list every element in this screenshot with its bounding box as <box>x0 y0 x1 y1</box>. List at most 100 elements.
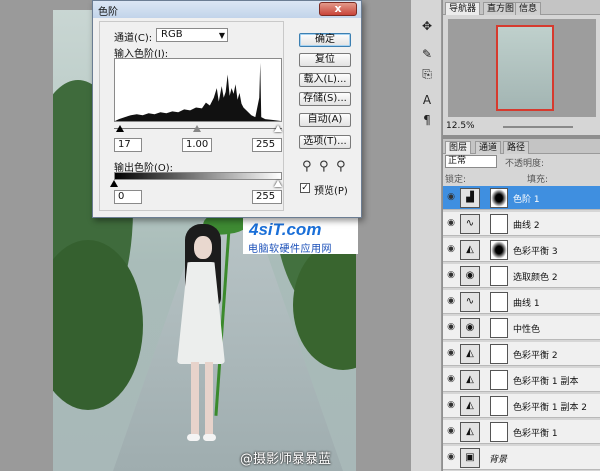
auto-button[interactable]: 自动(A) <box>299 113 351 127</box>
navigator-panel: 导航器 直方图 信息 12.5% <box>443 0 600 135</box>
input-black-handle[interactable] <box>116 125 124 132</box>
fill-label: 填充: <box>527 175 549 185</box>
navigator-zoom-value[interactable]: 12.5% <box>446 121 475 131</box>
curves-icon: ∿ <box>460 292 480 312</box>
layer-row[interactable]: ◉ ∿ 曲线 2 <box>443 212 600 236</box>
dialog-titlebar[interactable]: 色阶 x <box>93 1 361 18</box>
input-white-handle[interactable] <box>274 125 282 132</box>
paragraph-panel-icon[interactable]: ¶ <box>419 112 435 128</box>
visibility-eye-icon[interactable]: ◉ <box>445 347 457 359</box>
balance-icon: ◭ <box>460 396 480 416</box>
layer-row[interactable]: ◉ ◭ 色彩平衡 3 <box>443 238 600 262</box>
layer-row[interactable]: ◉ ◭ 色彩平衡 1 副本 <box>443 368 600 392</box>
layers-panel: 图层 通道 路径 正常 不透明度: 锁定: 填充: ◉ ▟ 色阶 1 ◉ ∿ 曲线 2 ◉ ◭… <box>443 139 600 471</box>
lock-label: 锁定: <box>445 175 467 185</box>
layer-name: 背景 <box>489 455 508 465</box>
tab-navigator[interactable]: 导航器 <box>445 2 481 15</box>
input-black-field[interactable]: 17 <box>114 138 142 152</box>
layers-tabs: 图层 通道 路径 <box>443 139 600 154</box>
tab-info[interactable]: 信息 <box>515 2 542 15</box>
visibility-eye-icon[interactable]: ◉ <box>445 425 457 437</box>
options-button[interactable]: 选项(T)... <box>299 135 351 149</box>
balance-icon: ◭ <box>460 240 480 260</box>
input-white-field[interactable]: 255 <box>252 138 282 152</box>
layer-mask-thumbnail[interactable] <box>490 396 508 416</box>
image-icon: ▣ <box>460 448 480 468</box>
balance-icon: ◭ <box>460 422 480 442</box>
layer-mask-thumbnail[interactable] <box>490 422 508 442</box>
layer-row[interactable]: ◉ ◭ 色彩平衡 1 副本 2 <box>443 394 600 418</box>
visibility-eye-icon[interactable]: ◉ <box>445 295 457 307</box>
channel-value: RGB <box>161 29 183 40</box>
visibility-eye-icon[interactable]: ◉ <box>445 451 457 463</box>
tab-channels[interactable]: 通道 <box>475 141 502 154</box>
layer-mask-thumbnail[interactable] <box>490 188 508 208</box>
input-gamma-handle[interactable] <box>193 125 201 132</box>
layer-row[interactable]: ◉ ◉ 选取颜色 2 <box>443 264 600 288</box>
layer-name: 色彩平衡 3 <box>513 247 558 257</box>
ok-button[interactable]: 确定 <box>299 33 351 47</box>
brush-panel-icon[interactable]: ✎ <box>419 46 435 62</box>
output-black-field[interactable]: 0 <box>114 190 142 204</box>
layer-mask-thumbnail[interactable] <box>490 240 508 260</box>
layer-name: 色彩平衡 1 副本 <box>513 377 579 387</box>
levels-dialog: 色阶 x 通道(C): RGB ▼ 输入色阶(I): 17 1.00 255 输… <box>92 0 362 218</box>
load-button[interactable]: 载入(L)... <box>299 73 351 87</box>
visibility-eye-icon[interactable]: ◉ <box>445 321 457 333</box>
layer-row[interactable]: ◉ ◉ 中性色 <box>443 316 600 340</box>
visibility-eye-icon[interactable]: ◉ <box>445 269 457 281</box>
channel-select[interactable]: RGB ▼ <box>156 28 228 42</box>
layer-mask-thumbnail[interactable] <box>490 266 508 286</box>
preview-checkbox[interactable]: ✓ <box>300 183 310 193</box>
layer-mask-thumbnail[interactable] <box>490 370 508 390</box>
visibility-eye-icon[interactable]: ◉ <box>445 191 457 203</box>
balance-icon: ◭ <box>460 370 480 390</box>
layer-name: 色彩平衡 2 <box>513 351 558 361</box>
layer-mask-thumbnail[interactable] <box>490 344 508 364</box>
selective-icon: ◉ <box>460 318 480 338</box>
tab-layers[interactable]: 图层 <box>445 141 472 154</box>
watermark-subtitle: 电脑软硬件应用网 <box>248 244 332 255</box>
visibility-eye-icon[interactable]: ◉ <box>445 399 457 411</box>
input-gamma-field[interactable]: 1.00 <box>182 138 212 152</box>
layer-name: 色彩平衡 1 副本 2 <box>513 403 588 413</box>
channel-label: 通道(C): <box>114 33 153 44</box>
output-white-field[interactable]: 255 <box>252 190 282 204</box>
layer-row[interactable]: ◉ ▟ 色阶 1 <box>443 186 600 210</box>
output-white-handle[interactable] <box>274 180 282 187</box>
visibility-eye-icon[interactable]: ◉ <box>445 243 457 255</box>
layer-mask-thumbnail[interactable] <box>490 214 508 234</box>
navigator-panel-icon[interactable]: ✥ <box>419 18 435 34</box>
black-eyedropper-icon[interactable]: ⚲ <box>302 159 312 174</box>
character-panel-icon[interactable]: A <box>419 92 435 108</box>
chevron-down-icon: ▼ <box>218 31 225 40</box>
layer-row[interactable]: ◉ ◭ 色彩平衡 1 <box>443 420 600 444</box>
visibility-eye-icon[interactable]: ◉ <box>445 373 457 385</box>
gray-eyedropper-icon[interactable]: ⚲ <box>319 159 329 174</box>
tab-paths[interactable]: 路径 <box>503 141 530 154</box>
navigator-thumbnail <box>496 25 554 111</box>
layer-row[interactable]: ◉ ◭ 色彩平衡 2 <box>443 342 600 366</box>
save-button[interactable]: 存储(S)... <box>299 92 351 106</box>
navigator-preview[interactable] <box>448 19 596 117</box>
reset-button[interactable]: 复位 <box>299 53 351 67</box>
dialog-title: 色阶 <box>98 7 118 18</box>
tab-histogram[interactable]: 直方图 <box>483 2 519 15</box>
left-hedge <box>53 240 143 410</box>
levels-group: 通道(C): RGB ▼ 输入色阶(I): 17 1.00 255 输出色阶(O… <box>99 21 284 211</box>
close-button[interactable]: x <box>319 2 357 16</box>
white-eyedropper-icon[interactable]: ⚲ <box>336 159 346 174</box>
output-black-handle[interactable] <box>110 180 118 187</box>
preview-label: 预览(P) <box>314 186 348 197</box>
layer-mask-thumbnail[interactable] <box>490 292 508 312</box>
balance-icon: ◭ <box>460 344 480 364</box>
layer-mask-thumbnail[interactable] <box>490 318 508 338</box>
blend-mode-select[interactable]: 正常 <box>445 155 497 168</box>
navigator-zoom-slider[interactable] <box>503 126 573 128</box>
layer-row[interactable]: ◉ ∿ 曲线 1 <box>443 290 600 314</box>
output-gradient <box>114 172 282 180</box>
visibility-eye-icon[interactable]: ◉ <box>445 217 457 229</box>
clone-source-icon[interactable]: ⎘ <box>419 66 435 82</box>
girl-face <box>194 236 212 259</box>
layer-row[interactable]: ◉ ▣ 背景 <box>443 446 600 470</box>
